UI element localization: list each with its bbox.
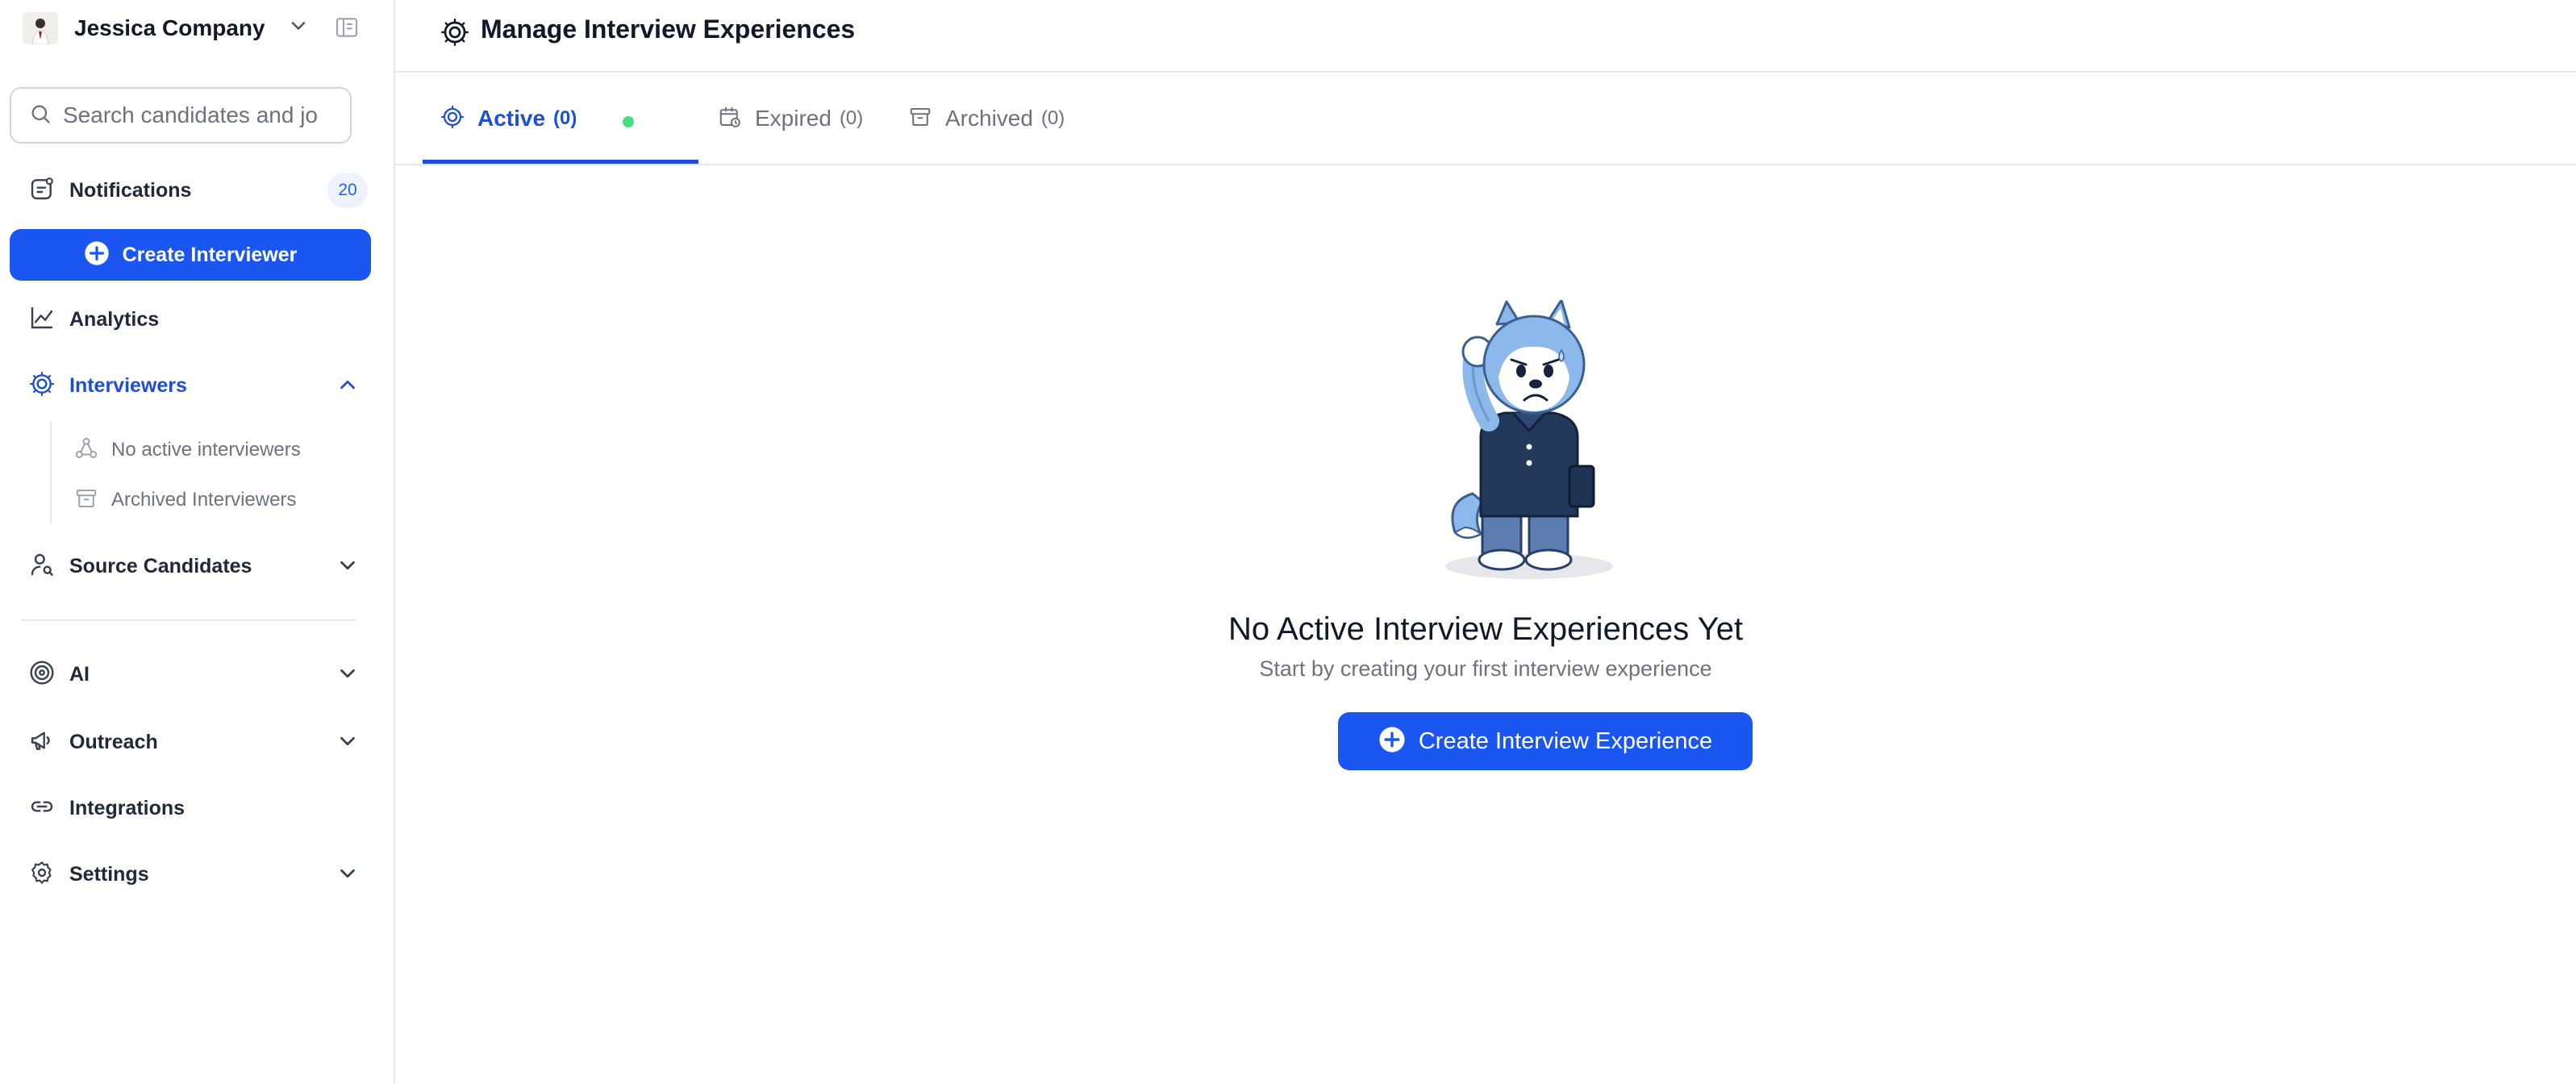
tab-expired[interactable]: Expired (0) (718, 73, 863, 165)
sidebar-item-source-candidates[interactable]: Source Candidates (29, 548, 252, 584)
workspace-avatar (23, 12, 58, 44)
tab-active[interactable]: Active (0) (440, 73, 577, 165)
sidebar-item-notifications[interactable]: Notifications (29, 173, 191, 208)
create-interviewer-button[interactable]: Create Interviewer (10, 229, 371, 281)
user-search-icon (29, 552, 55, 582)
chevron-down-icon[interactable] (336, 553, 360, 582)
nodes-icon (74, 436, 98, 465)
sad-husky-mascot-illustration (1440, 298, 1618, 586)
tab-count: (0) (839, 107, 864, 129)
chevron-down-icon[interactable] (336, 661, 360, 690)
empty-state-title: No Active Interview Experiences Yet (1228, 611, 1744, 647)
page-header: Manage Interview Experiences (395, 0, 2576, 73)
megaphone-icon (29, 728, 55, 757)
interviewer-chip-icon (440, 18, 469, 51)
sidebar-item-label: Source Candidates (69, 554, 252, 577)
archive-icon (908, 105, 932, 133)
sidebar-toggle-icon[interactable] (334, 15, 360, 44)
tab-count: (0) (1040, 107, 1065, 129)
sidebar-subitem-archived-interviewers[interactable]: Archived Interviewers (74, 484, 296, 516)
submenu-guide-line (50, 421, 52, 524)
tab-label: Archived (945, 106, 1033, 131)
archive-icon (74, 486, 98, 515)
sidebar-subitem-label: No active interviewers (111, 439, 301, 461)
sidebar-item-interviewers[interactable]: Interviewers (29, 368, 187, 403)
chart-line-icon (29, 305, 55, 335)
sidebar-item-outreach[interactable]: Outreach (29, 724, 158, 760)
sidebar-item-label: Notifications (69, 178, 192, 202)
sidebar: Jessica Company Search candidates and jo… (0, 0, 395, 1084)
search-input[interactable]: Search candidates and jo (10, 87, 352, 144)
sidebar-item-integrations[interactable]: Integrations (29, 790, 185, 826)
sidebar-item-label: Interviewers (69, 373, 187, 397)
tab-archived[interactable]: Archived (0) (908, 73, 1065, 165)
interviewer-chip-icon (440, 105, 465, 133)
chevron-up-icon[interactable] (336, 373, 360, 401)
sidebar-item-analytics[interactable]: Analytics (29, 302, 159, 337)
create-interviewer-label: Create Interviewer (122, 243, 298, 266)
sidebar-item-label: Settings (69, 862, 149, 886)
tab-count: (0) (553, 107, 577, 129)
empty-state-subtitle: Start by creating your first interview e… (1259, 657, 1712, 681)
workspace-name: Jessica Company (74, 15, 265, 40)
chevron-down-icon[interactable] (336, 861, 360, 890)
plus-circle-icon (84, 240, 110, 270)
status-dot (623, 116, 634, 127)
calendar-clock-icon (718, 105, 742, 133)
search-icon (29, 102, 52, 129)
tab-bar: Active (0) Expired (0) Archived (0) (395, 73, 2576, 165)
search-placeholder: Search candidates and jo (63, 102, 318, 127)
chevron-down-icon[interactable] (287, 15, 310, 41)
main-content: Manage Interview Experiences Active (0) … (395, 0, 2576, 1084)
sidebar-subitem-label: Archived Interviewers (111, 489, 297, 511)
sidebar-subitem-no-active-interviewers[interactable]: No active interviewers (74, 434, 301, 466)
active-tab-indicator (423, 160, 698, 164)
sidebar-item-label: Analytics (69, 307, 160, 331)
notification-count-badge: 20 (327, 173, 368, 208)
sidebar-item-settings[interactable]: Settings (29, 857, 149, 892)
bell-icon (29, 176, 55, 206)
sidebar-item-ai[interactable]: AI (29, 657, 90, 692)
plus-circle-icon (1378, 726, 1406, 757)
gear-icon (29, 860, 55, 890)
create-interview-experience-label: Create Interview Experience (1418, 728, 1713, 754)
sidebar-item-label: Integrations (69, 796, 185, 819)
chevron-down-icon[interactable] (336, 729, 360, 757)
interviewer-chip-icon (29, 371, 55, 401)
create-interview-experience-button[interactable]: Create Interview Experience (1338, 712, 1753, 770)
tab-label: Expired (755, 106, 832, 131)
sidebar-item-label: AI (69, 662, 90, 686)
sidebar-item-label: Outreach (69, 730, 158, 753)
sidebar-divider (21, 619, 356, 621)
page-title: Manage Interview Experiences (481, 15, 856, 44)
target-icon (29, 660, 55, 690)
workspace-switcher[interactable]: Jessica Company (23, 10, 265, 47)
tab-label: Active (477, 106, 546, 131)
link-icon (29, 794, 55, 823)
